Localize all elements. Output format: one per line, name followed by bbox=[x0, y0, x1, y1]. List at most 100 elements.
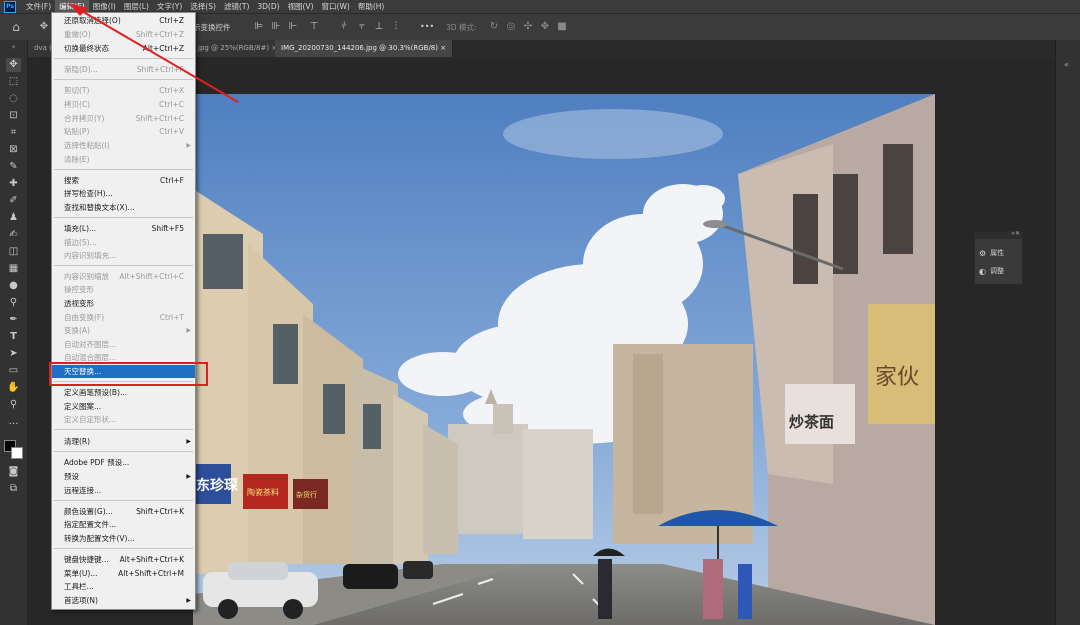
background-color-swatch[interactable] bbox=[11, 447, 23, 459]
collapse-toolbar-icon[interactable]: » bbox=[6, 40, 21, 54]
zoom-tool-icon[interactable]: ⚲ bbox=[6, 398, 21, 412]
brush-tool-icon[interactable]: ✐ bbox=[6, 194, 21, 208]
menu-item-clear[interactable]: 清除(E) bbox=[52, 153, 195, 166]
menu-item-color-settings[interactable]: 颜色设置(G)... Shift+Ctrl+K bbox=[52, 505, 195, 518]
menu-filter[interactable]: 滤镜(T) bbox=[220, 0, 253, 13]
item-shortcut: Ctrl+F bbox=[160, 176, 184, 185]
align-vcenter-icon[interactable]: ⫩ bbox=[338, 21, 350, 33]
menu-item-cut[interactable]: 剪切(T) Ctrl+X bbox=[52, 84, 195, 97]
menu-item-search[interactable]: 搜索 Ctrl+F bbox=[52, 174, 195, 187]
clone-stamp-tool-icon[interactable]: ♟ bbox=[6, 211, 21, 225]
menu-item-content-aware-scale[interactable]: 内容识别缩放 Alt+Shift+Ctrl+C bbox=[52, 270, 195, 283]
adjustments-button[interactable]: ◐ 调整 bbox=[979, 264, 1004, 278]
expand-panels-icon[interactable]: « bbox=[1064, 60, 1069, 69]
history-brush-tool-icon[interactable]: ✍ bbox=[6, 228, 21, 242]
menu-item-preferences[interactable]: 首选项(N) ▶ bbox=[52, 594, 195, 607]
path-select-tool-icon[interactable]: ➤ bbox=[6, 347, 21, 361]
eraser-tool-icon[interactable]: ◫ bbox=[6, 245, 21, 259]
menu-item-paste[interactable]: 粘贴(P) Ctrl+V bbox=[52, 125, 195, 138]
menu-item-toolbar[interactable]: 工具栏... bbox=[52, 580, 195, 593]
menu-item-fade[interactable]: 渐隐(D)... Shift+Ctrl+F bbox=[52, 63, 195, 76]
menu-separator bbox=[54, 169, 193, 170]
properties-button[interactable]: ⚙ 属性 bbox=[979, 246, 1004, 260]
submenu-arrow-icon: ▶ bbox=[186, 473, 191, 480]
marquee-tool-icon[interactable]: ⬚ bbox=[6, 75, 21, 89]
menu-help[interactable]: 帮助(H) bbox=[354, 0, 389, 13]
lasso-tool-icon[interactable]: ◌ bbox=[6, 92, 21, 106]
quick-mask-icon[interactable]: ◙ bbox=[6, 465, 21, 479]
menu-item-keyboard-shortcuts[interactable]: 键盘快捷键... Alt+Shift+Ctrl+K bbox=[52, 553, 195, 566]
menu-item-undo[interactable]: 还原取消选择(O) Ctrl+Z bbox=[52, 14, 195, 27]
menu-item-find-replace[interactable]: 查找和替换文本(X)... bbox=[52, 201, 195, 214]
healing-brush-tool-icon[interactable]: ✚ bbox=[6, 177, 21, 191]
menu-item-remote-connections[interactable]: 远程连接... bbox=[52, 484, 195, 497]
menu-item-convert-to-profile[interactable]: 转换为配置文件(V)... bbox=[52, 532, 195, 545]
frame-tool-icon[interactable]: ⊠ bbox=[6, 143, 21, 157]
menu-item-fill[interactable]: 填充(L)... Shift+F5 bbox=[52, 222, 195, 235]
move-tool-icon[interactable]: ✥ bbox=[6, 58, 21, 72]
menu-view[interactable]: 视图(V) bbox=[284, 0, 318, 13]
menu-item-perspective-warp[interactable]: 透视变形 bbox=[52, 297, 195, 310]
more-options-button[interactable]: ••• bbox=[420, 22, 434, 31]
collapse-icon[interactable]: »✕ bbox=[1011, 230, 1020, 237]
dodge-tool-icon[interactable]: ⚲ bbox=[6, 296, 21, 310]
rectangle-tool-icon[interactable]: ▭ bbox=[6, 364, 21, 378]
item-label: 粘贴(P) bbox=[64, 127, 90, 136]
menu-item-stroke[interactable]: 描边(S)... bbox=[52, 236, 195, 249]
align-hcenter-icon[interactable]: ⫧ bbox=[356, 21, 368, 33]
screen-mode-icon[interactable]: ⧉ bbox=[6, 482, 21, 496]
tab-img-20200730[interactable]: IMG_20200730_144206.jpg @ 30.3%(RGB/8) × bbox=[275, 40, 454, 57]
menu-item-free-transform[interactable]: 自由变换(F) Ctrl+T bbox=[52, 311, 195, 324]
menu-item-transform[interactable]: 变换(A) ▶ bbox=[52, 324, 195, 337]
3d-rotate-icon[interactable]: ↻ bbox=[488, 21, 500, 33]
menu-item-auto-align-layers[interactable]: 自动对齐图层... bbox=[52, 338, 195, 351]
menu-item-define-pattern[interactable]: 定义图案... bbox=[52, 400, 195, 413]
gradient-tool-icon[interactable]: ▦ bbox=[6, 262, 21, 276]
align-top-icon[interactable]: ⊤ bbox=[308, 21, 320, 33]
align-center-icon[interactable]: ⊪ bbox=[270, 21, 282, 33]
item-label: 远程连接... bbox=[64, 486, 102, 495]
shop-sign-left: 东珍琛 bbox=[196, 477, 238, 494]
document-image[interactable]: 东珍琛 陶瓷茶料 杂货行 家伙 炒茶面 bbox=[193, 94, 935, 625]
hand-tool-icon[interactable]: ✋ bbox=[6, 381, 21, 395]
object-select-tool-icon[interactable]: ⊡ bbox=[6, 109, 21, 123]
eyedropper-tool-icon[interactable]: ✎ bbox=[6, 160, 21, 174]
menu-item-puppet-warp[interactable]: 操控变形 bbox=[52, 283, 195, 296]
3d-drag-icon[interactable]: ✣ bbox=[522, 21, 534, 33]
menu-item-toggle-last-state[interactable]: 切换最终状态 Alt+Ctrl+Z bbox=[52, 42, 195, 55]
close-icon[interactable]: × bbox=[440, 44, 446, 52]
blur-tool-icon[interactable]: ● bbox=[6, 279, 21, 293]
menu-item-copy[interactable]: 拷贝(C) Ctrl+C bbox=[52, 98, 195, 111]
home-icon[interactable]: ⌂ bbox=[10, 21, 22, 33]
align-right-icon[interactable]: ⊩ bbox=[287, 21, 299, 33]
show-transform-controls-label[interactable]: 示变换控件 bbox=[193, 22, 231, 33]
3d-slide-icon[interactable]: ✥ bbox=[539, 21, 551, 33]
edit-toolbar-icon[interactable]: … bbox=[6, 415, 21, 429]
crop-tool-icon[interactable]: ⌗ bbox=[6, 126, 21, 140]
menu-item-purge[interactable]: 清理(R) ▶ bbox=[52, 435, 195, 448]
menu-item-spell-check[interactable]: 拼写检查(H)... bbox=[52, 187, 195, 200]
move-tool-icon[interactable]: ✥ bbox=[38, 21, 50, 33]
distribute-icon[interactable]: ⫶ bbox=[390, 21, 402, 33]
menu-item-adobe-pdf-presets[interactable]: Adobe PDF 预设... bbox=[52, 456, 195, 469]
menu-item-paste-special[interactable]: 选择性粘贴(I) ▶ bbox=[52, 139, 195, 152]
align-bottom-icon[interactable]: ⊥ bbox=[373, 21, 385, 33]
pen-tool-icon[interactable]: ✒ bbox=[6, 313, 21, 327]
menu-item-menus[interactable]: 菜单(U)... Alt+Shift+Ctrl+M bbox=[52, 567, 195, 580]
menu-item-redo[interactable]: 重做(O) Shift+Ctrl+Z bbox=[52, 28, 195, 41]
item-label: 内容识别缩放 bbox=[64, 272, 109, 281]
menu-item-define-brush-preset[interactable]: 定义画笔预设(B)... bbox=[52, 386, 195, 399]
3d-roll-icon[interactable]: ◎ bbox=[505, 21, 517, 33]
tab-jpg-25[interactable]: jpg @ 25%(RGB/8#) × bbox=[192, 40, 285, 57]
menu-item-copy-merged[interactable]: 合并拷贝(Y) Shift+Ctrl+C bbox=[52, 112, 195, 125]
type-tool-icon[interactable]: T bbox=[6, 330, 21, 344]
menu-item-content-aware-fill[interactable]: 内容识别填充... bbox=[52, 249, 195, 262]
menu-window[interactable]: 窗口(W) bbox=[318, 0, 354, 13]
menu-item-assign-profile[interactable]: 指定配置文件... bbox=[52, 518, 195, 531]
3d-scale-icon[interactable]: ■ bbox=[556, 21, 568, 33]
menu-item-define-custom-shape[interactable]: 定义自定形状... bbox=[52, 413, 195, 426]
menu-item-presets[interactable]: 预设 ▶ bbox=[52, 470, 195, 483]
panel-header[interactable]: »✕ bbox=[975, 230, 1022, 239]
align-left-icon[interactable]: ⊫ bbox=[253, 21, 265, 33]
menu-3d[interactable]: 3D(D) bbox=[253, 0, 283, 13]
